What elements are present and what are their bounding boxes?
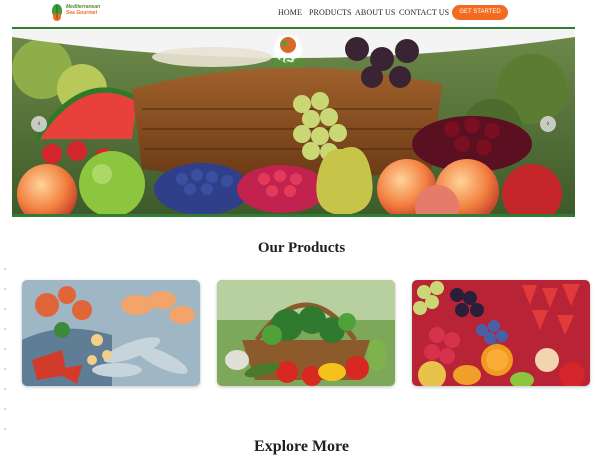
hero-prev-button[interactable]: ‹ — [31, 116, 47, 132]
decor-dot — [4, 348, 6, 350]
hero-badge-text: MSG — [273, 55, 303, 70]
brand-logo[interactable]: Mediterranean Sea Gourmet — [50, 2, 110, 24]
mixed-fruits-image — [412, 280, 590, 386]
top-navbar: Mediterranean Sea Gourmet HOME PRODUCTS … — [0, 0, 603, 26]
brand-name-line2: Sea Gourmet — [66, 10, 98, 16]
vegetable-basket-image — [217, 280, 395, 386]
products-section-title: Our Products — [257, 240, 346, 256]
explore-section-title: Explore More — [254, 438, 349, 455]
nav-about-us[interactable]: ABOUT US — [355, 8, 395, 17]
product-card-seafood[interactable] — [22, 280, 200, 386]
seafood-image — [22, 280, 200, 386]
nav-products[interactable]: PRODUCTS — [309, 8, 352, 17]
decor-dot — [4, 268, 6, 270]
brand-name: Mediterranean Sea Gourmet — [66, 4, 100, 16]
decor-dot — [4, 388, 6, 390]
decor-dot — [4, 328, 6, 330]
product-card-fruits[interactable] — [412, 280, 590, 386]
hero-carousel: MSG — [12, 27, 575, 217]
decor-dot — [4, 308, 6, 310]
decor-dot — [4, 288, 6, 290]
nav-contact-us[interactable]: CONTACT US — [399, 8, 449, 17]
leaf-logo-icon — [52, 4, 62, 21]
chevron-right-icon: › — [546, 119, 550, 129]
product-card-vegetables[interactable] — [217, 280, 395, 386]
hero-next-button[interactable]: › — [540, 116, 556, 132]
decor-dot — [4, 428, 6, 430]
chevron-left-icon: ‹ — [37, 119, 41, 129]
hero-fruit-basket-image: MSG — [12, 29, 575, 214]
decor-dot — [4, 408, 6, 410]
get-started-button[interactable]: GET STARTED — [452, 5, 508, 20]
decor-dot — [4, 368, 6, 370]
nav-home[interactable]: HOME — [278, 8, 302, 17]
